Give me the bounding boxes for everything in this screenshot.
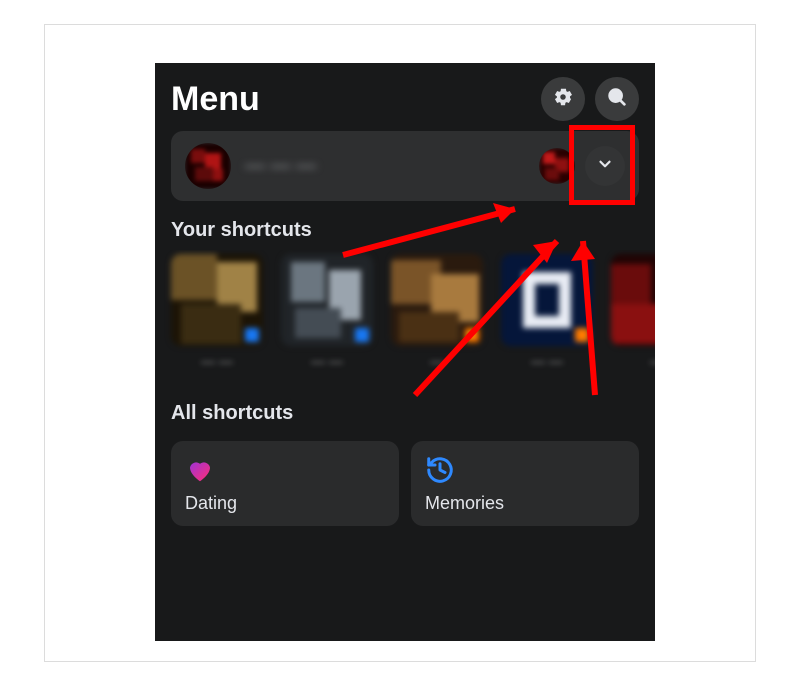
card-memories[interactable]: Memories [411,441,639,526]
settings-button[interactable] [541,77,585,121]
card-label: Dating [185,493,385,514]
expand-button[interactable] [585,146,625,186]
card-label: Memories [425,493,625,514]
page-title: Menu [171,80,531,119]
shortcut-thumb [171,254,263,346]
shortcut-label: — — [171,354,263,384]
shortcut-item[interactable]: — — [281,254,373,384]
shortcut-label: — — [281,354,373,384]
shortcut-thumb [501,254,593,346]
header: Menu [155,63,655,131]
card-dating[interactable]: Dating [171,441,399,526]
secondary-avatar [539,148,575,184]
all-shortcuts-cards: Dating Memories [155,433,655,526]
shortcut-thumb [391,254,483,346]
outer-frame: Menu [44,24,756,662]
shortcut-thumb [281,254,373,346]
profile-row-wrap: — — — [155,131,655,201]
menu-screen: Menu [155,63,655,641]
profile-name: — — — [245,155,539,178]
gear-icon [552,86,574,113]
clock-rewind-icon [425,455,455,485]
section-all-shortcuts: All shortcuts [155,384,655,433]
heart-icon [185,455,215,485]
shortcut-thumb [611,254,655,346]
shortcut-label: — [611,354,655,384]
avatar [185,143,231,189]
profile-row[interactable]: — — — [171,131,639,201]
your-shortcuts-list: — — — — — — — [155,250,655,384]
chevron-down-icon [596,155,614,178]
shortcut-item[interactable]: — — [501,254,593,384]
shortcut-item[interactable]: — [611,254,655,384]
shortcut-item[interactable]: — [391,254,483,384]
section-your-shortcuts: Your shortcuts [155,201,655,250]
search-icon [606,86,628,113]
search-button[interactable] [595,77,639,121]
shortcut-label: — [391,354,483,384]
shortcut-label: — — [501,354,593,384]
shortcut-item[interactable]: — — [171,254,263,384]
